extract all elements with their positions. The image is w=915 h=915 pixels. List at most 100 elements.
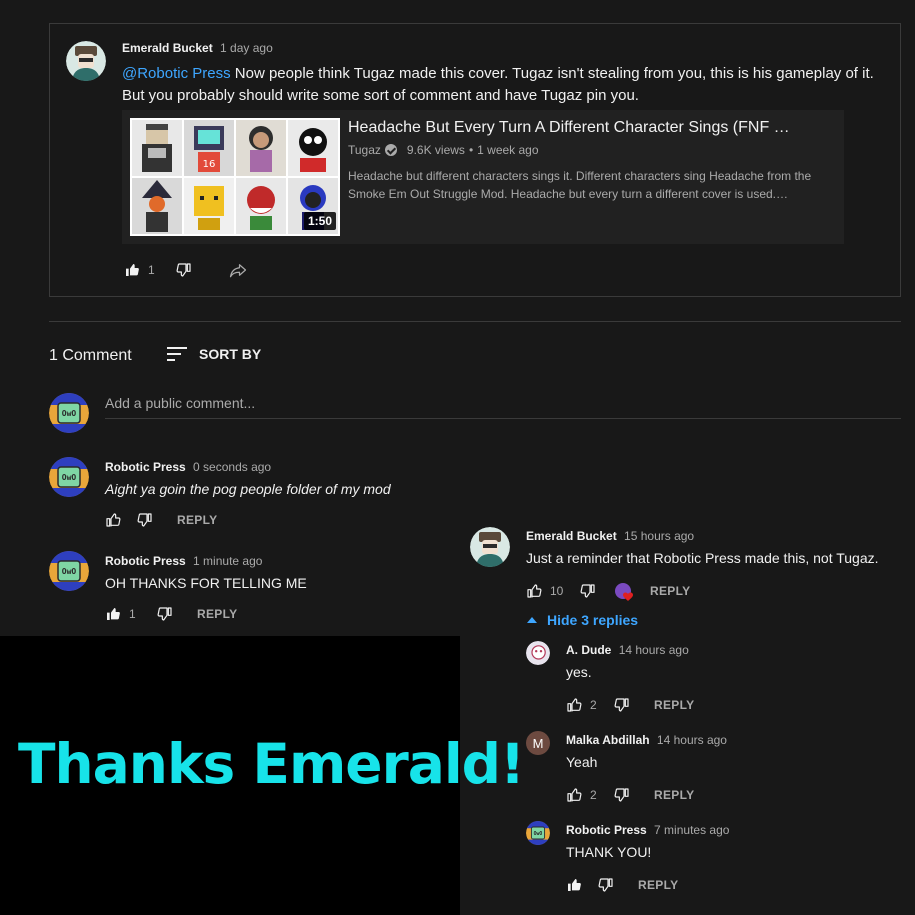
reply-actions: REPLY	[566, 877, 678, 893]
a-dude-avatar[interactable]	[526, 641, 550, 665]
reply-author[interactable]: Robotic Press	[566, 823, 647, 837]
comment-author[interactable]: Robotic Press	[105, 554, 186, 568]
creator-heart-icon	[615, 583, 633, 601]
comment-author[interactable]: Robotic Press	[105, 460, 186, 474]
avatar-image-icon	[526, 821, 550, 845]
reply-button[interactable]: REPLY	[654, 788, 694, 802]
like-filled-icon[interactable]	[566, 877, 582, 893]
mention-link[interactable]: @Robotic Press	[122, 65, 231, 82]
thumb-cell	[236, 120, 286, 176]
thumb-cell	[132, 178, 182, 234]
verified-check-icon	[384, 144, 397, 156]
comment-actions: 1	[124, 261, 248, 279]
like-icon[interactable]	[105, 512, 121, 528]
comment-text: Just a reminder that Robotic Press made …	[526, 550, 879, 566]
pinned-comment-card: Emerald Bucket 1 day ago @Robotic Press …	[49, 23, 901, 297]
dislike-icon[interactable]	[137, 512, 153, 528]
avatar-image-icon	[470, 527, 510, 567]
thumb-cell	[132, 120, 182, 176]
reply-time[interactable]: 14 hours ago	[619, 643, 689, 657]
video-title[interactable]: Headache But Every Turn A Different Char…	[348, 119, 790, 137]
comment-author[interactable]: Emerald Bucket	[526, 529, 617, 543]
upload-age: 1 week ago	[477, 143, 539, 157]
hide-replies-label: Hide 3 replies	[547, 612, 639, 628]
comment-time[interactable]: 15 hours ago	[624, 529, 694, 543]
like-count: 2	[590, 788, 597, 802]
robotic-press-avatar[interactable]	[49, 457, 89, 497]
thumb-cell	[288, 120, 338, 176]
video-embed[interactable]: 16 1:50 Headache But Every Turn A Differ	[122, 110, 844, 244]
like-icon[interactable]	[566, 697, 582, 713]
like-count: 10	[550, 584, 564, 598]
dislike-icon[interactable]	[614, 787, 630, 803]
caret-up-icon	[527, 617, 537, 623]
share-icon[interactable]	[228, 261, 248, 279]
comment-count: 1 Comment	[49, 347, 132, 364]
dislike-icon[interactable]	[580, 583, 596, 599]
add-comment-input[interactable]: Add a public comment...	[105, 393, 901, 419]
reply-text: Yeah	[566, 754, 598, 770]
reply-meta: Robotic Press 7 minutes ago	[566, 823, 729, 837]
thumb-cell: 16	[184, 120, 234, 176]
comment-text: Aight ya goin the pog people folder of m…	[105, 481, 391, 497]
reply-author[interactable]: Malka Abdillah	[566, 733, 650, 747]
like-count: 2	[590, 698, 597, 712]
reply-text: THANK YOU!	[566, 844, 652, 860]
video-duration: 1:50	[303, 212, 336, 230]
like-icon[interactable]	[526, 583, 542, 599]
avatar-image-icon	[49, 457, 89, 497]
comment-author[interactable]: Emerald Bucket	[122, 41, 213, 55]
comment-meta: Emerald Bucket 1 day ago	[122, 41, 273, 55]
avatar-image-icon	[66, 41, 106, 81]
comment-time[interactable]: 1 minute ago	[193, 554, 262, 568]
video-meta: Tugaz 9.6K views • 1 week ago	[348, 143, 539, 157]
reply-button[interactable]: REPLY	[177, 513, 217, 527]
channel-name[interactable]: Tugaz	[348, 143, 381, 157]
svg-text:16: 16	[203, 159, 216, 170]
reply-button[interactable]: REPLY	[650, 584, 690, 598]
dislike-icon[interactable]	[176, 262, 192, 278]
comment-actions: 1 REPLY	[105, 606, 237, 622]
current-user-avatar	[49, 393, 89, 433]
section-divider	[49, 321, 901, 322]
reply-button[interactable]: REPLY	[638, 878, 678, 892]
hide-replies-button[interactable]: Hide 3 replies	[527, 612, 638, 628]
reply-meta: A. Dude 14 hours ago	[566, 643, 689, 657]
emerald-bucket-avatar[interactable]	[66, 41, 106, 81]
dislike-icon[interactable]	[614, 697, 630, 713]
like-filled-icon[interactable]	[105, 606, 121, 622]
reply-thread-panel	[460, 515, 915, 915]
thumb-cell	[184, 178, 234, 234]
reply-author[interactable]: A. Dude	[566, 643, 611, 657]
reply-button[interactable]: REPLY	[197, 607, 237, 621]
like-count: 1	[129, 607, 136, 621]
reply-time[interactable]: 7 minutes ago	[654, 823, 729, 837]
emerald-bucket-avatar[interactable]	[470, 527, 510, 567]
reply-time[interactable]: 14 hours ago	[657, 733, 727, 747]
comment-time[interactable]: 0 seconds ago	[193, 460, 271, 474]
robotic-press-avatar[interactable]	[49, 551, 89, 591]
comment-time[interactable]: 1 day ago	[220, 41, 273, 55]
comment-meta: Emerald Bucket 15 hours ago	[526, 529, 694, 543]
avatar-image-icon	[526, 641, 550, 665]
sort-by-label: SORT BY	[199, 346, 262, 362]
comment-actions: 10 REPLY	[526, 583, 690, 599]
comment-text: @Robotic Press Now people think Tugaz ma…	[122, 63, 882, 107]
sort-by-button[interactable]: SORT BY	[167, 346, 261, 362]
malka-abdillah-avatar[interactable]: M	[526, 731, 550, 755]
dislike-icon[interactable]	[598, 877, 614, 893]
like-icon[interactable]	[566, 787, 582, 803]
like-filled-icon[interactable]	[124, 262, 140, 278]
meta-separator: •	[468, 143, 474, 157]
comment-text: OH THANKS FOR TELLING ME	[105, 575, 307, 591]
like-count: 1	[148, 263, 155, 277]
video-thumbnail[interactable]: 16 1:50	[130, 118, 340, 236]
reply-actions: 2 REPLY	[566, 697, 694, 713]
robotic-press-avatar[interactable]	[526, 821, 550, 845]
reply-text: yes.	[566, 664, 592, 680]
dislike-icon[interactable]	[157, 606, 173, 622]
thanks-caption: Thanks Emerald!	[18, 732, 525, 796]
avatar-image-icon	[49, 393, 89, 433]
reply-button[interactable]: REPLY	[654, 698, 694, 712]
reply-meta: Malka Abdillah 14 hours ago	[566, 733, 727, 747]
